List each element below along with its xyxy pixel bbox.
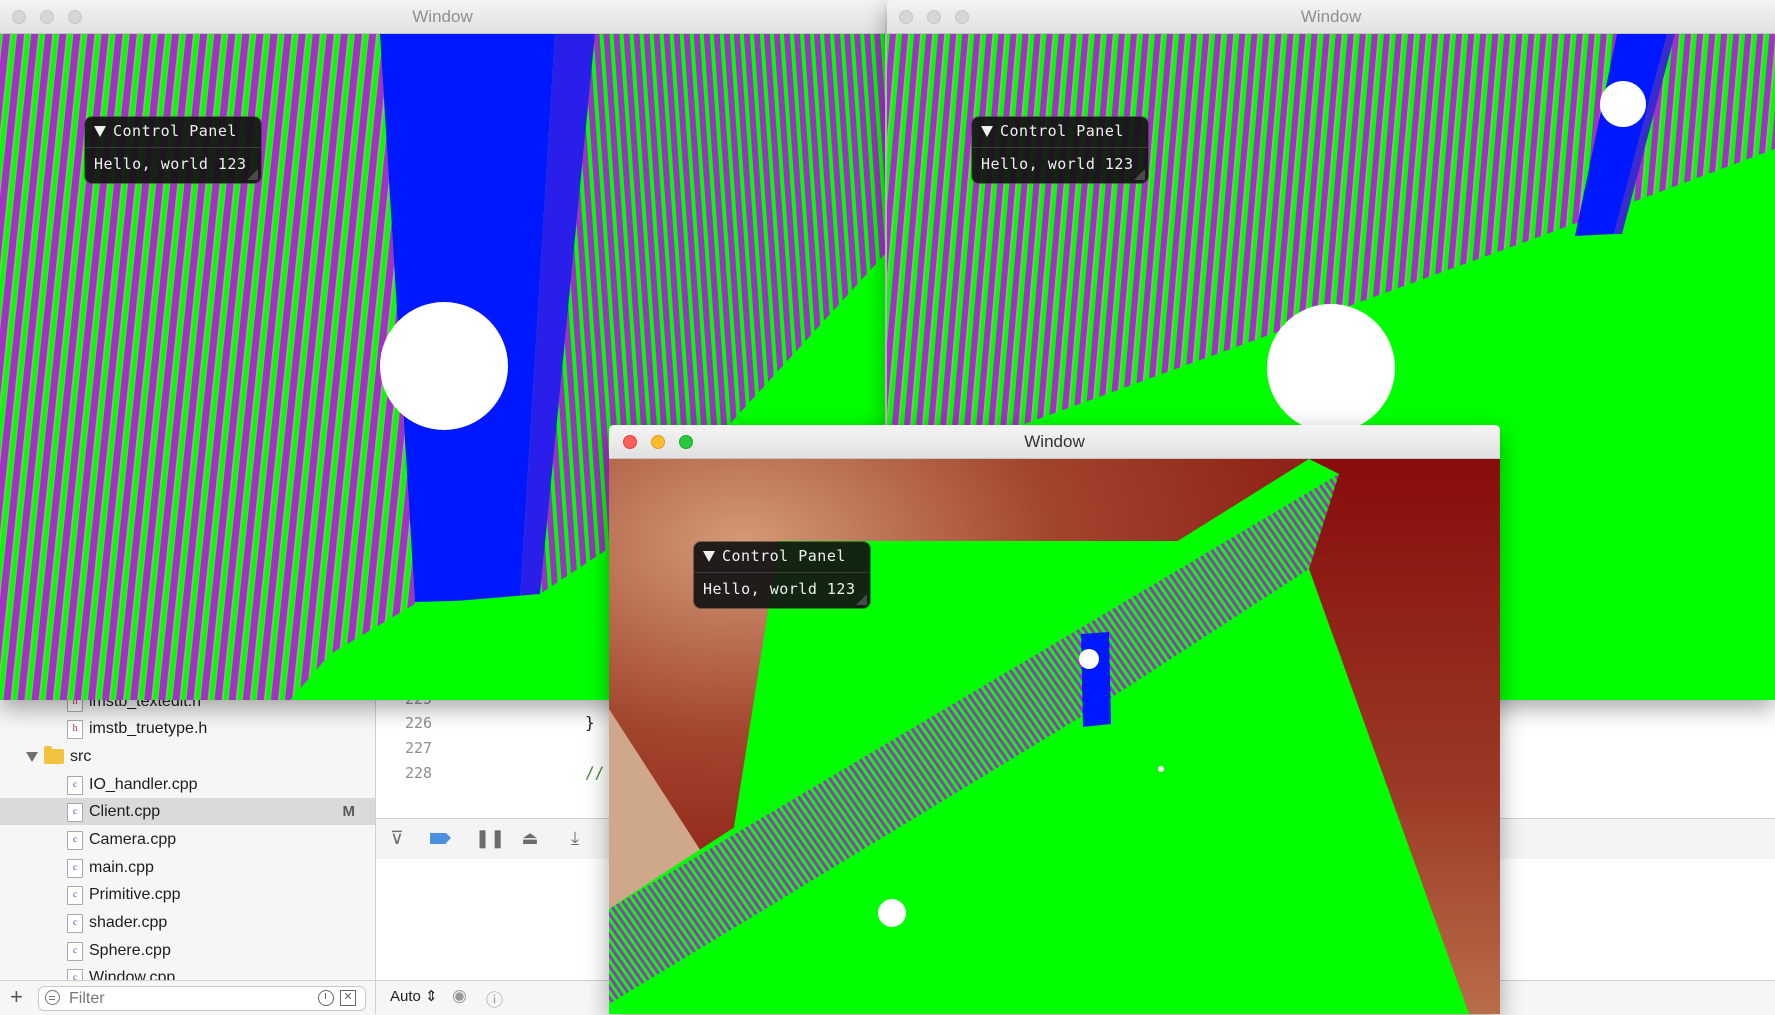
control-panel-header[interactable]: Control Panel <box>694 542 870 573</box>
window-titlebar[interactable]: Window <box>0 0 885 34</box>
cpp-file-icon: c <box>67 914 83 933</box>
pause-icon[interactable]: ❚❚ <box>475 827 505 849</box>
nav-item-sphere[interactable]: c Sphere.cpp <box>0 937 375 964</box>
control-panel[interactable]: Control Panel Hello, world 123 <box>85 117 261 183</box>
line-number: 227 <box>405 739 433 757</box>
info-icon[interactable]: ⓘ <box>486 986 503 1011</box>
navigator-filter-bar: + ✕ <box>0 980 375 1015</box>
sphere-near <box>878 899 906 927</box>
filter-field[interactable]: ✕ <box>38 986 366 1011</box>
control-panel-header[interactable]: Control Panel <box>85 117 261 148</box>
sphere-far <box>1158 766 1164 772</box>
window-titlebar[interactable]: Window <box>887 0 1775 34</box>
resize-grip-icon[interactable] <box>247 169 258 180</box>
nav-item-main[interactable]: c main.cpp <box>0 854 375 881</box>
line-number: 228 <box>405 764 433 782</box>
source-control-filter-icon[interactable]: ✕ <box>340 990 356 1006</box>
collapse-triangle-icon[interactable] <box>703 551 715 562</box>
cpp-file-icon: c <box>67 942 83 961</box>
cpp-file-icon: c <box>67 859 83 878</box>
resize-grip-icon[interactable] <box>1134 169 1145 180</box>
control-panel-header[interactable]: Control Panel <box>972 117 1148 148</box>
nav-item-shader[interactable]: c shader.cpp <box>0 909 375 936</box>
window-title: Window <box>412 7 473 26</box>
code-line: // <box>585 763 605 782</box>
step-over-icon[interactable]: ⏏ <box>519 827 541 849</box>
nav-item-window[interactable]: c Window.cpp <box>0 964 375 980</box>
nav-item-io-handler[interactable]: c IO_handler.cpp <box>0 771 375 798</box>
modified-badge: M <box>342 803 356 820</box>
disclosure-triangle-icon[interactable] <box>26 752 38 762</box>
sphere-far <box>1600 81 1646 127</box>
cpp-file-icon: c <box>67 886 83 905</box>
nav-item-imstb-truetype[interactable]: h imstb_truetype.h <box>0 715 375 742</box>
nav-item-primitive[interactable]: c Primitive.cpp <box>0 881 375 908</box>
nav-item-camera[interactable]: c Camera.cpp <box>0 826 375 853</box>
folder-icon <box>44 746 64 764</box>
nav-folder-src[interactable]: src <box>0 743 375 770</box>
project-navigator: h imstb_textedit.h h imstb_truetype.h sr… <box>0 690 376 1014</box>
opengl-window-3[interactable]: Window Control Panel Hello, world 123 <box>609 425 1500 1014</box>
collapse-triangle-icon[interactable] <box>981 126 993 137</box>
cpp-file-icon: c <box>67 969 83 980</box>
hide-debug-area-icon[interactable]: ⊽ <box>386 827 408 849</box>
window-title: Window <box>1024 432 1085 451</box>
blue-pillar <box>1081 632 1111 727</box>
nav-item-client[interactable]: c Client.cpp M <box>0 798 375 825</box>
cpp-file-icon: c <box>67 831 83 850</box>
window-titlebar[interactable]: Window <box>609 425 1500 459</box>
quick-look-icon[interactable]: ◉ <box>452 986 467 1006</box>
sphere <box>1267 304 1395 432</box>
add-file-button[interactable]: + <box>10 985 23 1009</box>
code-line: } <box>585 713 595 732</box>
breakpoints-toggle-icon[interactable] <box>429 827 451 849</box>
resize-grip-icon[interactable] <box>856 594 867 605</box>
window-title: Window <box>1300 7 1362 26</box>
control-panel[interactable]: Control Panel Hello, world 123 <box>694 542 870 608</box>
step-into-icon[interactable]: ⤓ <box>564 827 586 849</box>
panel-text: Hello, world 123 <box>703 580 856 598</box>
collapse-triangle-icon[interactable] <box>94 126 106 137</box>
line-number: 226 <box>405 714 433 732</box>
cpp-file-icon: c <box>67 776 83 795</box>
panel-text: Hello, world 123 <box>94 155 247 173</box>
header-file-icon: h <box>67 720 83 739</box>
recent-files-icon[interactable] <box>318 990 334 1006</box>
filter-input[interactable] <box>67 989 301 1009</box>
control-panel[interactable]: Control Panel Hello, world 123 <box>972 117 1148 183</box>
panel-text: Hello, world 123 <box>981 155 1134 173</box>
sphere <box>380 302 508 430</box>
cpp-file-icon: c <box>67 803 83 822</box>
filter-icon <box>45 990 60 1005</box>
sphere-mid <box>1079 649 1099 669</box>
variables-scope-select[interactable]: Auto ⇕ <box>390 987 438 1005</box>
